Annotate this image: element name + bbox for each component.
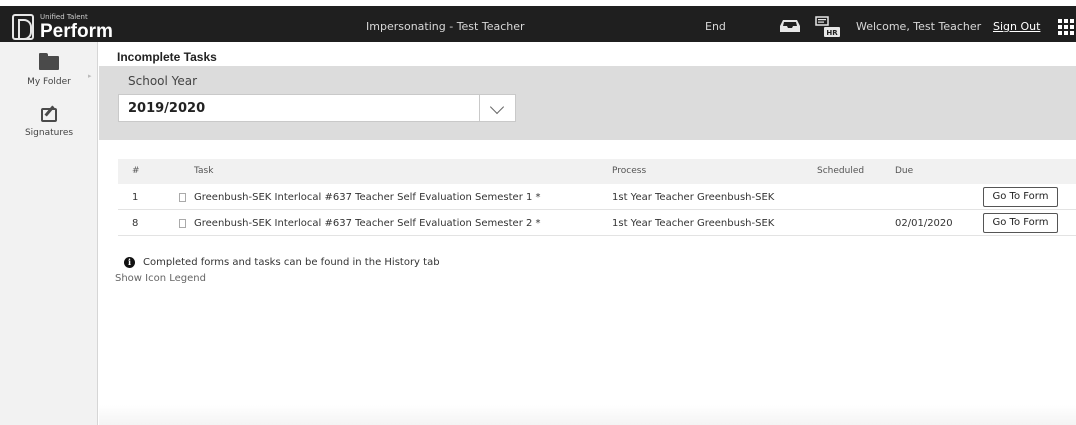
welcome-text: Welcome, Test Teacher [856, 20, 982, 33]
header-scheduled: Scheduled [817, 166, 865, 176]
show-icon-legend-link[interactable]: Show Icon Legend [115, 273, 206, 284]
history-info-text: Completed forms and tasks can be found i… [143, 257, 440, 268]
tray-icon[interactable] [780, 19, 800, 33]
row-process: 1st Year Teacher Greenbush-SEK [612, 218, 775, 229]
signature-icon [41, 108, 57, 122]
sidebar-item-my-folder[interactable]: My Folder ▸ [0, 53, 98, 87]
row-task[interactable]: Greenbush-SEK Interlocal #637 Teacher Se… [194, 192, 541, 203]
content-bottom-edge [99, 405, 1076, 425]
row-process: 1st Year Teacher Greenbush-SEK [612, 192, 775, 203]
end-impersonation-button[interactable]: End [705, 20, 726, 33]
go-to-form-button[interactable]: Go To Form [983, 213, 1058, 233]
logo-text: Unified Talent Perform [40, 12, 113, 42]
logo-small-text: Unified Talent [40, 12, 88, 21]
history-info: i Completed forms and tasks can be found… [124, 257, 440, 268]
table-row: 8 Greenbush-SEK Interlocal #637 Teacher … [118, 210, 1076, 236]
chevron-right-icon: ▸ [88, 72, 92, 80]
sidebar-item-label: Signatures [24, 128, 74, 138]
row-num: 1 [132, 192, 139, 203]
header-process: Process [612, 166, 647, 176]
table-header: # Task Process Scheduled Due [118, 159, 1076, 184]
impersonating-label: Impersonating - Test Teacher [366, 20, 525, 33]
go-to-form-button[interactable]: Go To Form [983, 187, 1058, 207]
tasks-table: # Task Process Scheduled Due 1 Greenbush… [118, 159, 1076, 236]
header-due: Due [895, 166, 914, 176]
table-row: 1 Greenbush-SEK Interlocal #637 Teacher … [118, 184, 1076, 210]
top-bar: Unified Talent Perform Impersonating - T… [0, 0, 1076, 42]
sign-out-link[interactable]: Sign Out [993, 20, 1040, 33]
school-year-label: School Year [128, 74, 198, 88]
svg-text:HR: HR [826, 29, 838, 37]
logo-big-text: Perform [40, 20, 113, 42]
sidebar-item-label: My Folder [27, 77, 71, 87]
sidebar: My Folder ▸ Signatures [0, 42, 98, 425]
sidebar-item-signatures[interactable]: Signatures [0, 108, 98, 138]
hr-icon[interactable]: HR [815, 16, 841, 38]
chevron-down-icon [489, 99, 505, 115]
header-task: Task [194, 166, 214, 176]
page-title: Incomplete Tasks [117, 50, 217, 64]
row-task[interactable]: Greenbush-SEK Interlocal #637 Teacher Se… [194, 218, 541, 229]
header-num: # [132, 166, 140, 176]
document-icon [179, 219, 186, 228]
app-logo[interactable]: Unified Talent Perform [12, 11, 113, 43]
document-icon [179, 193, 186, 202]
folder-icon [39, 53, 59, 70]
row-num: 8 [132, 218, 139, 229]
app-grid-icon[interactable] [1058, 19, 1074, 35]
school-year-value: 2019/2020 [128, 101, 206, 116]
info-icon: i [124, 257, 135, 268]
logo-mark [12, 14, 34, 40]
school-year-select[interactable]: 2019/2020 [118, 94, 516, 122]
row-due: 02/01/2020 [895, 218, 953, 229]
school-year-dropdown-button[interactable] [479, 95, 515, 121]
